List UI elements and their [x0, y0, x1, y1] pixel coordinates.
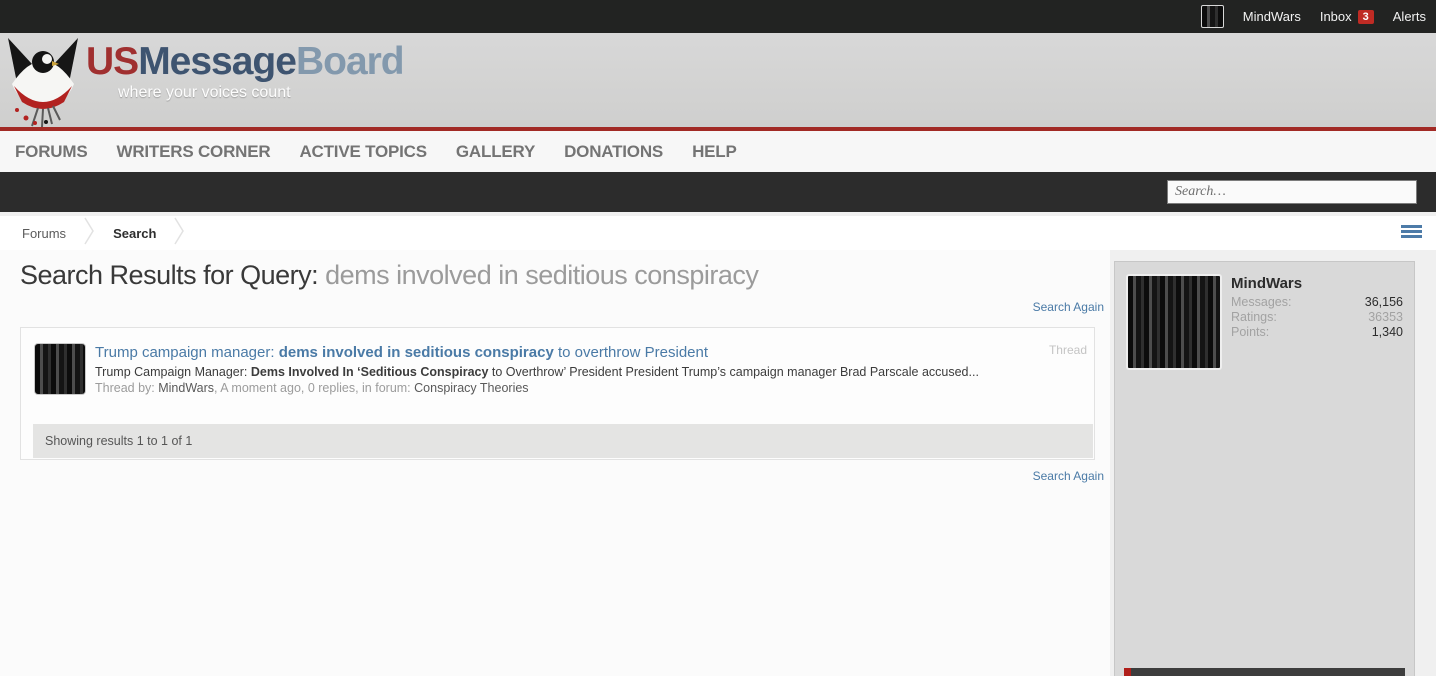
search-strip [0, 172, 1436, 212]
nav-item-writers-corner[interactable]: WRITERS CORNER [116, 142, 270, 162]
page-title-prefix: Search Results for Query: [20, 260, 318, 290]
nav-item-help[interactable]: HELP [692, 142, 737, 162]
main-content: Search Results for Query:dems involved i… [0, 250, 1110, 676]
result-title-link[interactable]: Trump campaign manager: dems involved in… [95, 344, 979, 361]
logo-us: US [86, 40, 138, 83]
username-link[interactable]: MindWars [1243, 9, 1301, 24]
stat-row-ratings: Ratings: 36353 [1231, 310, 1403, 325]
result-body: Trump campaign manager: dems involved in… [95, 343, 979, 396]
member-avatar[interactable] [1126, 274, 1222, 370]
stat-label: Messages: [1231, 295, 1291, 310]
result-thumbnail[interactable] [34, 343, 86, 395]
breadcrumb-forums[interactable]: Forums [12, 226, 76, 241]
result-meta-mid: , A moment ago, 0 replies, in forum: [214, 381, 414, 395]
result-snippet-bold: Dems Involved In ‘Seditious Conspiracy [251, 365, 489, 379]
search-results-panel: Trump campaign manager: dems involved in… [20, 327, 1095, 460]
site-header: USMessageBoard where your voices count [0, 33, 1436, 131]
main-nav: FORUMS WRITERS CORNER ACTIVE TOPICS GALL… [0, 131, 1436, 172]
showing-results-bar: Showing results 1 to 1 of 1 [33, 424, 1093, 458]
page-title-query: dems involved in seditious conspiracy [325, 260, 758, 290]
result-snippet-pre: Trump Campaign Manager: [95, 365, 251, 379]
result-author-link[interactable]: MindWars [158, 381, 214, 395]
result-snippet-post: to Overthrow’ President President Trump’… [488, 365, 979, 379]
media-player-accent [1124, 668, 1131, 676]
menu-icon[interactable] [1401, 225, 1422, 240]
member-name-link[interactable]: MindWars [1231, 275, 1403, 292]
search-input[interactable] [1167, 180, 1417, 204]
logo-message: Message [138, 40, 296, 83]
logo-board: Board [296, 40, 404, 83]
alerts-link[interactable]: Alerts [1393, 9, 1426, 24]
search-again-row-bottom: Search Again [0, 460, 1110, 491]
result-forum-link[interactable]: Conspiracy Theories [414, 381, 528, 395]
page-title: Search Results for Query:dems involved i… [0, 250, 1110, 291]
inbox-label[interactable]: Inbox [1320, 9, 1352, 24]
site-logo[interactable]: USMessageBoard where your voices count [0, 32, 404, 128]
result-type-label: Thread [1049, 343, 1087, 357]
inbox-count-badge: 3 [1358, 10, 1374, 24]
result-meta: Thread by: MindWars, A moment ago, 0 rep… [95, 380, 979, 396]
inbox-link[interactable]: Inbox 3 [1320, 9, 1374, 24]
breadcrumb-search[interactable]: Search [103, 226, 166, 241]
member-info: MindWars Messages: 36,156 Ratings: 36353… [1231, 274, 1403, 370]
media-player-bar[interactable] [1124, 668, 1405, 676]
user-avatar[interactable] [1201, 5, 1224, 28]
stat-value[interactable]: 36353 [1368, 310, 1403, 325]
search-again-link-bottom[interactable]: Search Again [1033, 469, 1104, 483]
page-body: Forums Search Search Results for Query:d… [0, 216, 1436, 676]
result-title-bold: dems involved in seditious conspiracy [279, 344, 554, 361]
top-user-bar: MindWars Inbox 3 Alerts [0, 0, 1436, 33]
chevron-right-icon [174, 217, 185, 250]
search-again-link-top[interactable]: Search Again [1033, 300, 1104, 314]
breadcrumb: Forums Search [0, 216, 1436, 250]
chevron-right-icon [84, 217, 95, 250]
stat-value: 1,340 [1372, 325, 1403, 340]
stat-row-points: Points: 1,340 [1231, 325, 1403, 340]
stat-label: Ratings: [1231, 310, 1277, 325]
nav-item-forums[interactable]: FORUMS [15, 142, 87, 162]
result-meta-pre: Thread by: [95, 381, 158, 395]
eagle-logo-icon [2, 34, 84, 128]
member-card: MindWars Messages: 36,156 Ratings: 36353… [1115, 262, 1414, 382]
nav-item-active-topics[interactable]: ACTIVE TOPICS [299, 142, 426, 162]
nav-item-donations[interactable]: DONATIONS [564, 142, 663, 162]
sidebar: MindWars Messages: 36,156 Ratings: 36353… [1114, 261, 1415, 676]
search-result-item[interactable]: Trump campaign manager: dems involved in… [21, 328, 1094, 410]
logo-text: USMessageBoard where your voices count [86, 42, 404, 102]
nav-item-gallery[interactable]: GALLERY [456, 142, 535, 162]
stat-value: 36,156 [1365, 295, 1403, 310]
result-snippet: Trump Campaign Manager: Dems Involved In… [95, 364, 979, 380]
result-title-pre: Trump campaign manager: [95, 344, 279, 361]
result-title-post: to overthrow President [554, 344, 708, 361]
stat-row-messages: Messages: 36,156 [1231, 295, 1403, 310]
logo-tagline: where your voices count [118, 84, 404, 102]
stat-label: Points: [1231, 325, 1269, 340]
search-again-row-top: Search Again [0, 291, 1110, 322]
